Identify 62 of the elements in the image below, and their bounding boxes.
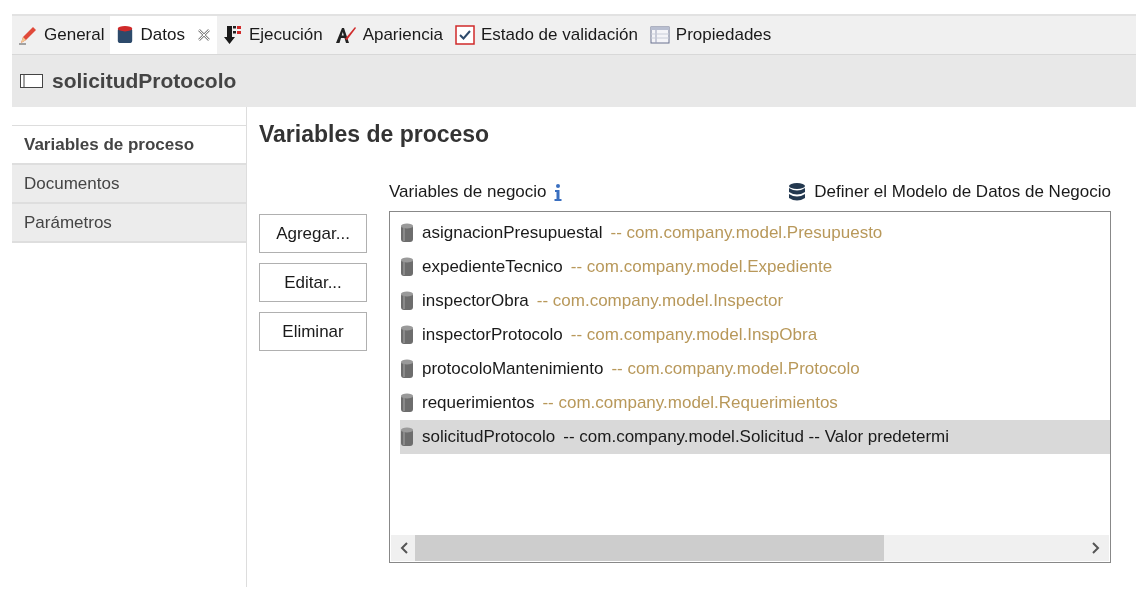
tab-label: Propiedades [675, 25, 772, 45]
variable-type: -- com.company.model.Inspector [536, 291, 784, 311]
variable-type: -- com.company.model.Requerimientos [542, 393, 838, 413]
letter-brush-icon [334, 25, 357, 45]
cylinder-icon [400, 222, 414, 244]
close-icon[interactable] [196, 28, 211, 42]
horizontal-scrollbar[interactable] [391, 535, 1109, 561]
list-item[interactable]: protocoloMantenimiento -- com.company.model.Protocolo [400, 352, 1110, 386]
panel-icon [20, 73, 44, 89]
scroll-thumb[interactable] [415, 535, 884, 561]
list-item[interactable]: inspectorProtocolo -- com.company.model.InspObra [400, 318, 1110, 352]
cylinder-icon [400, 392, 414, 414]
tab-label: Ejecución [248, 25, 323, 45]
tab[interactable]: Ejecución [216, 16, 329, 54]
checkbox-icon [454, 25, 475, 45]
variable-name: expedienteTecnico [422, 257, 563, 277]
define-model-link[interactable]: Definer el Modelo de Datos de Negocio [814, 182, 1111, 202]
variable-type: -- com.company.model.Presupuesto [610, 223, 883, 243]
tab-label: Apariencia [362, 25, 443, 45]
cylinder-icon [400, 324, 414, 346]
tab[interactable]: General [12, 16, 111, 54]
action-button[interactable]: Editar... [259, 263, 367, 302]
variable-type: -- com.company.model.Protocolo [611, 359, 860, 379]
list-item[interactable]: asignacionPresupuestal -- com.company.model.Presupuesto [400, 216, 1110, 250]
variable-name: asignacionPresupuestal [422, 223, 603, 243]
list-label: Variables de negocio [389, 182, 547, 202]
database-icon [116, 24, 135, 46]
tab-label: Estado de validación [480, 25, 638, 45]
tab[interactable]: Estado de validación [448, 16, 644, 54]
tab[interactable]: Propiedades [643, 16, 778, 54]
tab-label: General [44, 25, 105, 45]
scroll-right-icon[interactable] [1091, 542, 1101, 554]
list-item[interactable]: inspectorObra -- com.company.model.Inspector [400, 284, 1110, 318]
variable-type: -- com.company.model.Solicitud -- Valor predetermi [563, 427, 950, 447]
list-item[interactable]: expedienteTecnico -- com.company.model.Expediente [400, 250, 1110, 284]
variable-name: inspectorProtocolo [422, 325, 563, 345]
pencil-icon [18, 25, 38, 45]
cylinder-icon [400, 358, 414, 380]
variable-name: requerimientos [422, 393, 535, 413]
variable-name: protocoloMantenimiento [422, 359, 604, 379]
cylinder-icon [400, 256, 414, 278]
info-icon[interactable] [552, 182, 563, 202]
action-button[interactable]: Agregar... [259, 214, 367, 253]
list-item[interactable]: requerimientos -- com.company.model.Requerimientos [400, 386, 1110, 420]
header-title: solicitudProtocolo [52, 69, 237, 93]
tab[interactable]: Apariencia [328, 16, 449, 54]
variable-name: solicitudProtocolo [422, 427, 556, 447]
variable-type: -- com.company.model.InspObra [570, 325, 818, 345]
list-item[interactable]: solicitudProtocolo -- com.company.model.Solicitud -- Valor predetermi [400, 420, 1110, 454]
cylinder-icon [400, 290, 414, 312]
table-icon [649, 25, 670, 45]
variable-type: -- com.company.model.Expediente [570, 257, 833, 277]
scroll-left-icon[interactable] [399, 542, 409, 554]
section-title: Variables de proceso [259, 121, 491, 149]
variable-name: inspectorObra [422, 291, 529, 311]
sidebar-item[interactable]: Documentos [12, 165, 246, 204]
cylinder-icon [400, 426, 414, 448]
tab-label: Datos [140, 25, 185, 45]
sidebar-item[interactable]: Parámetros [12, 204, 246, 243]
action-button[interactable]: Eliminar [259, 312, 367, 351]
tab[interactable]: Datos [110, 16, 217, 54]
arrow-down-icon [222, 24, 243, 46]
